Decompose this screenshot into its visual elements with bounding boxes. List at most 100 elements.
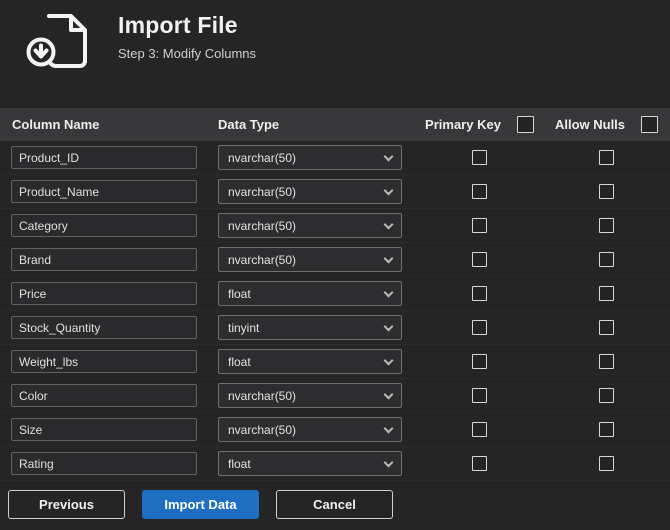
table-row: nvarchar(50) <box>0 243 670 277</box>
chevron-down-icon <box>383 321 394 331</box>
primary-key-select-all-checkbox[interactable] <box>516 116 534 133</box>
data-type-select[interactable]: nvarchar(50) <box>218 247 402 272</box>
data-type-select[interactable]: float <box>218 349 402 374</box>
data-type-select[interactable]: float <box>218 451 402 476</box>
primary-key-checkbox[interactable] <box>472 150 487 165</box>
table-row: nvarchar(50) <box>0 141 670 175</box>
column-name-input[interactable] <box>11 350 197 373</box>
data-type-cell: nvarchar(50) <box>206 213 416 238</box>
allow-nulls-checkbox[interactable] <box>599 320 614 335</box>
primary-key-checkbox[interactable] <box>472 184 487 199</box>
allow-nulls-checkbox[interactable] <box>599 150 614 165</box>
column-name-input[interactable] <box>11 452 197 475</box>
column-name-input[interactable] <box>11 316 197 339</box>
data-type-select[interactable]: float <box>218 281 402 306</box>
data-type-value: float <box>228 286 251 301</box>
table-row: nvarchar(50) <box>0 379 670 413</box>
primary-key-cell <box>416 150 543 165</box>
allow-nulls-checkbox[interactable] <box>599 456 614 471</box>
data-type-cell: nvarchar(50) <box>206 417 416 442</box>
chevron-down-icon <box>383 185 394 195</box>
primary-key-cell <box>416 354 543 369</box>
header-primary-key-label: Primary Key <box>425 117 501 132</box>
data-type-cell: nvarchar(50) <box>206 145 416 170</box>
column-name-cell <box>0 214 206 237</box>
allow-nulls-cell <box>543 150 670 165</box>
allow-nulls-checkbox[interactable] <box>599 218 614 233</box>
table-row: nvarchar(50) <box>0 209 670 243</box>
allow-nulls-cell <box>543 422 670 437</box>
column-name-input[interactable] <box>11 214 197 237</box>
primary-key-checkbox[interactable] <box>472 422 487 437</box>
allow-nulls-cell <box>543 184 670 199</box>
chevron-down-icon <box>383 219 394 229</box>
primary-key-checkbox[interactable] <box>472 218 487 233</box>
allow-nulls-cell <box>543 354 670 369</box>
primary-key-checkbox[interactable] <box>472 320 487 335</box>
primary-key-cell <box>416 252 543 267</box>
chevron-down-icon <box>383 457 394 467</box>
primary-key-cell <box>416 286 543 301</box>
column-name-input[interactable] <box>11 180 197 203</box>
allow-nulls-checkbox[interactable] <box>599 354 614 369</box>
data-type-select[interactable]: nvarchar(50) <box>218 179 402 204</box>
primary-key-cell <box>416 422 543 437</box>
primary-key-cell <box>416 456 543 471</box>
column-name-input[interactable] <box>11 248 197 271</box>
header-column-name: Column Name <box>12 117 100 132</box>
chevron-down-icon <box>383 253 394 263</box>
chevron-down-icon <box>383 287 394 297</box>
data-type-select[interactable]: nvarchar(50) <box>218 213 402 238</box>
primary-key-cell <box>416 218 543 233</box>
allow-nulls-cell <box>543 456 670 471</box>
import-file-dialog: Import File Step 3: Modify Columns Colum… <box>0 0 670 530</box>
data-type-select[interactable]: nvarchar(50) <box>218 383 402 408</box>
chevron-down-icon <box>383 389 394 399</box>
table-body: nvarchar(50) nvarchar(50) <box>0 141 670 481</box>
primary-key-checkbox[interactable] <box>472 286 487 301</box>
data-type-value: nvarchar(50) <box>228 184 297 199</box>
primary-key-cell <box>416 184 543 199</box>
data-type-select[interactable]: nvarchar(50) <box>218 417 402 442</box>
allow-nulls-checkbox[interactable] <box>599 286 614 301</box>
table-row: tinyint <box>0 311 670 345</box>
column-name-cell <box>0 384 206 407</box>
dialog-footer: Previous Import Data Cancel <box>8 490 393 519</box>
data-type-select[interactable]: nvarchar(50) <box>218 145 402 170</box>
primary-key-checkbox[interactable] <box>472 456 487 471</box>
column-name-input[interactable] <box>11 384 197 407</box>
previous-button[interactable]: Previous <box>8 490 125 519</box>
data-type-cell: nvarchar(50) <box>206 383 416 408</box>
data-type-value: tinyint <box>228 320 260 335</box>
import-file-icon <box>26 12 92 77</box>
primary-key-checkbox[interactable] <box>472 388 487 403</box>
data-type-value: nvarchar(50) <box>228 150 297 165</box>
allow-nulls-cell <box>543 286 670 301</box>
data-type-select[interactable]: tinyint <box>218 315 402 340</box>
data-type-value: nvarchar(50) <box>228 218 297 233</box>
import-data-button[interactable]: Import Data <box>142 490 259 519</box>
header-allow-nulls-cell: Allow Nulls <box>543 116 670 133</box>
allow-nulls-checkbox[interactable] <box>599 184 614 199</box>
data-type-cell: tinyint <box>206 315 416 340</box>
dialog-header: Import File Step 3: Modify Columns <box>0 0 670 77</box>
table-header-row: Column Name Data Type Primary Key Allow … <box>0 108 670 141</box>
table-row: nvarchar(50) <box>0 413 670 447</box>
primary-key-cell <box>416 320 543 335</box>
allow-nulls-checkbox[interactable] <box>599 252 614 267</box>
column-name-input[interactable] <box>11 146 197 169</box>
header-text: Import File Step 3: Modify Columns <box>118 10 256 61</box>
column-name-input[interactable] <box>11 418 197 441</box>
primary-key-checkbox[interactable] <box>472 354 487 369</box>
allow-nulls-cell <box>543 320 670 335</box>
column-name-input[interactable] <box>11 282 197 305</box>
allow-nulls-checkbox[interactable] <box>599 388 614 403</box>
primary-key-checkbox[interactable] <box>472 252 487 267</box>
allow-nulls-checkbox[interactable] <box>599 422 614 437</box>
column-name-cell <box>0 248 206 271</box>
allow-nulls-select-all-checkbox[interactable] <box>641 116 659 133</box>
column-name-cell <box>0 180 206 203</box>
chevron-down-icon <box>383 151 394 161</box>
cancel-button[interactable]: Cancel <box>276 490 393 519</box>
chevron-down-icon <box>383 355 394 365</box>
